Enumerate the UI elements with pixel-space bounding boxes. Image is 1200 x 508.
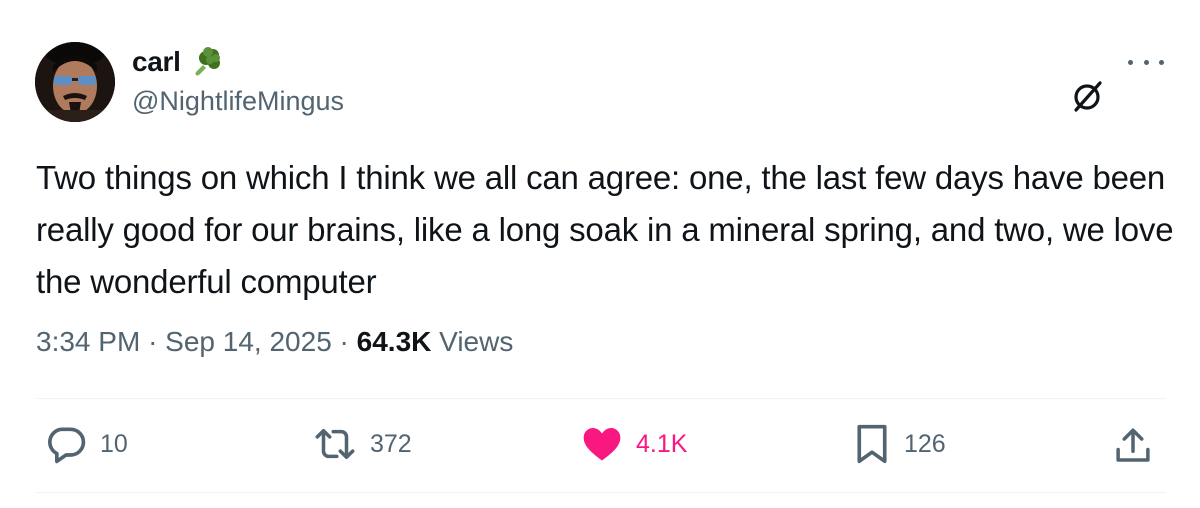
tweet-meta: 3:34 PM · Sep 14, 2025 · 64.3K Views xyxy=(36,326,513,358)
tweet-card: carl @NightlifeMingus Two things on whic… xyxy=(0,0,1200,508)
retweet-button[interactable]: 372 xyxy=(312,422,412,466)
tweet-time[interactable]: 3:34 PM xyxy=(36,326,140,357)
divider xyxy=(36,492,1166,493)
heart-icon xyxy=(583,428,621,461)
share-icon xyxy=(1116,428,1150,462)
divider xyxy=(36,398,1166,399)
avatar-image xyxy=(35,42,115,122)
author-name-row[interactable]: carl xyxy=(132,44,223,80)
bookmark-icon xyxy=(857,424,887,464)
meta-separator: · xyxy=(148,326,158,357)
avatar[interactable] xyxy=(35,42,115,122)
views-count: 64.3K xyxy=(356,326,432,357)
reply-count: 10 xyxy=(100,429,128,458)
meta-separator: · xyxy=(339,326,349,357)
share-button[interactable] xyxy=(1112,424,1154,468)
display-name[interactable]: carl xyxy=(132,46,181,78)
more-icon[interactable] xyxy=(1128,52,1164,72)
tweet-date[interactable]: Sep 14, 2025 xyxy=(165,326,332,357)
bookmark-count: 126 xyxy=(904,429,946,458)
grok-icon[interactable] xyxy=(1068,76,1108,116)
retweet-icon xyxy=(315,428,355,460)
reply-icon xyxy=(48,427,86,464)
broccoli-icon xyxy=(189,45,223,79)
views-label: Views xyxy=(439,326,514,357)
bookmark-button[interactable]: 126 xyxy=(852,422,946,466)
like-count: 4.1K xyxy=(636,429,688,458)
tweet-text: Two things on which I think we all can a… xyxy=(36,159,1174,300)
reply-button[interactable]: 10 xyxy=(44,422,128,466)
more-dot xyxy=(1128,59,1133,65)
more-dot xyxy=(1143,59,1149,65)
author-handle[interactable]: @NightlifeMingus xyxy=(132,86,344,117)
more-dot xyxy=(1159,59,1164,65)
like-button[interactable]: 4.1K xyxy=(580,422,687,466)
retweet-count: 372 xyxy=(370,429,412,458)
